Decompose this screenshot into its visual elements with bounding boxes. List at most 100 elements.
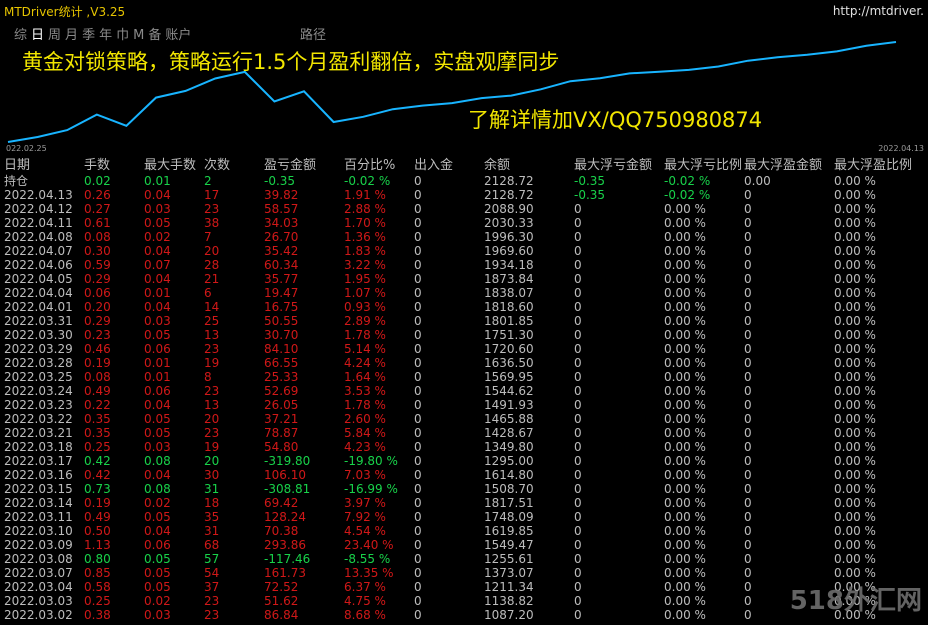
cell-count: 6	[204, 286, 212, 300]
table-row[interactable]: 2022.03.30 0.23 0.05 13 30.70 1.78 % 0 1751.30 0…	[0, 328, 928, 342]
cell-pl: 70.38	[264, 524, 299, 538]
column-header[interactable]: 次数	[204, 157, 230, 174]
table-row[interactable]: 2022.03.21 0.35 0.05 23 78.87 5.84 % 0 1428.67 0…	[0, 426, 928, 440]
table-row[interactable]: 2022.03.23 0.22 0.04 13 26.05 1.78 % 0 1491.93 0…	[0, 398, 928, 412]
table-row[interactable]: 2022.03.14 0.19 0.02 18 69.42 3.97 % 0 1817.51 0…	[0, 496, 928, 510]
table-row[interactable]: 2022.04.13 0.26 0.04 17 39.82 1.91 % 0 2128.72 -…	[0, 188, 928, 202]
cell-flow: 0	[414, 440, 422, 454]
table-row[interactable]: 2022.03.17 0.42 0.08 20 -319.80 -19.80 % 0 1295…	[0, 454, 928, 468]
cell-mfpp: 0.00 %	[834, 552, 876, 566]
column-header[interactable]: 最大手数	[144, 157, 196, 174]
cell-pl: 35.77	[264, 272, 299, 286]
cell-mflp: 0.00 %	[664, 230, 706, 244]
cell-lots: 0.23	[84, 328, 111, 342]
cell-maxlots: 0.06	[144, 384, 171, 398]
cell-mfpp: 0.00 %	[834, 230, 876, 244]
cell-count: 23	[204, 202, 220, 216]
cell-pct: 1.70 %	[344, 216, 386, 230]
cell-maxlots: 0.01	[144, 286, 171, 300]
table-row[interactable]: 2022.03.16 0.42 0.04 30 106.10 7.03 % 0 1614.80…	[0, 468, 928, 482]
cell-bal: 1751.30	[484, 328, 534, 342]
table-row[interactable]: 2022.03.29 0.46 0.06 23 84.10 5.14 % 0 1720.60 0…	[0, 342, 928, 356]
column-header[interactable]: 最大浮亏金额	[574, 157, 652, 174]
table-header: 日期 手数 最大手数 次数 盈亏金额 百分比% 出入金 余额 最大浮亏金额 最大浮亏比例 最大浮盈金…	[0, 157, 928, 174]
table-row[interactable]: 2022.04.08 0.08 0.02 7 26.70 1.36 % 0 1996.30 0 0…	[0, 230, 928, 244]
table-row[interactable]: 2022.04.12 0.27 0.03 23 58.57 2.88 % 0 2088.90 0…	[0, 202, 928, 216]
cell-maxlots: 0.04	[144, 468, 171, 482]
table-row[interactable]: 2022.04.04 0.06 0.01 6 19.47 1.07 % 0 1838.07 0 0…	[0, 286, 928, 300]
cell-lots: 0.58	[84, 580, 111, 594]
cell-mfp: 0	[744, 328, 752, 342]
website-link[interactable]: http://mtdriver.	[833, 4, 924, 18]
cell-pct: 1.78 %	[344, 328, 386, 342]
table-row[interactable]: 2022.03.31 0.29 0.03 25 50.55 2.89 % 0 1801.85 0…	[0, 314, 928, 328]
cell-mfl: 0	[574, 440, 582, 454]
table-row[interactable]: 2022.03.08 0.80 0.05 57 -117.46 -8.55 % 0 1255.…	[0, 552, 928, 566]
column-header[interactable]: 日期	[4, 157, 30, 174]
cell-mfp: 0	[744, 566, 752, 580]
column-header[interactable]: 最大浮亏比例	[664, 157, 742, 174]
table-row[interactable]: 2022.04.06 0.59 0.07 28 60.34 3.22 % 0 1934.18 0…	[0, 258, 928, 272]
table-row[interactable]: 2022.04.01 0.20 0.04 14 16.75 0.93 % 0 1818.60 0…	[0, 300, 928, 314]
table-row[interactable]: 2022.03.10 0.50 0.04 31 70.38 4.54 % 0 1619.85 0…	[0, 524, 928, 538]
cell-date: 2022.04.11	[4, 216, 73, 230]
cell-pl: 66.55	[264, 356, 299, 370]
cell-pl: 161.73	[264, 566, 306, 580]
table-row[interactable]: 2022.03.07 0.85 0.05 54 161.73 13.35 % 0 1373.0…	[0, 566, 928, 580]
cell-mfpp: 0.00 %	[834, 426, 876, 440]
cell-pct: 1.95 %	[344, 272, 386, 286]
cell-mfl: 0	[574, 412, 582, 426]
cell-count: 17	[204, 188, 220, 202]
table-row[interactable]: 2022.04.05 0.29 0.04 21 35.77 1.95 % 0 1873.84 0…	[0, 272, 928, 286]
table-row[interactable]: 持仓 0.02 0.01 2 -0.35 -0.02 % 0 2128.72 -0.35 -0.0…	[0, 174, 928, 188]
watermark-logo: 518外汇网	[789, 586, 922, 616]
cell-pl: 16.75	[264, 300, 299, 314]
column-header[interactable]: 盈亏金额	[264, 157, 316, 174]
cell-pl: 84.10	[264, 342, 299, 356]
cell-mfl: 0	[574, 286, 582, 300]
column-header[interactable]: 最大浮盈比例	[834, 157, 912, 174]
cell-bal: 1619.85	[484, 524, 534, 538]
cell-maxlots: 0.05	[144, 412, 171, 426]
cell-date: 2022.04.06	[4, 258, 73, 272]
table-row[interactable]: 2022.03.24 0.49 0.06 23 52.69 3.53 % 0 1544.62 0…	[0, 384, 928, 398]
cell-flow: 0	[414, 356, 422, 370]
cell-flow: 0	[414, 272, 422, 286]
table-row[interactable]: 2022.03.25 0.08 0.01 8 25.33 1.64 % 0 1569.95 0 0…	[0, 370, 928, 384]
cell-mflp: 0.00 %	[664, 300, 706, 314]
table-row[interactable]: 2022.03.09 1.13 0.06 68 293.86 23.40 % 0 1549.4…	[0, 538, 928, 552]
cell-lots: 0.06	[84, 286, 111, 300]
cell-pct: 3.22 %	[344, 258, 386, 272]
cell-flow: 0	[414, 384, 422, 398]
column-header[interactable]: 余额	[484, 157, 510, 174]
cell-pl: 35.42	[264, 244, 299, 258]
table-row[interactable]: 2022.03.28 0.19 0.01 19 66.55 4.24 % 0 1636.50 0…	[0, 356, 928, 370]
table-row[interactable]: 2022.04.11 0.61 0.05 38 34.03 1.70 % 0 2030.33 0…	[0, 216, 928, 230]
cell-mfp: 0	[744, 440, 752, 454]
cell-lots: 0.26	[84, 188, 111, 202]
cell-mfl: 0	[574, 384, 582, 398]
table-row[interactable]: 2022.03.18 0.25 0.03 19 54.80 4.23 % 0 1349.80 0…	[0, 440, 928, 454]
cell-mfl: 0	[574, 496, 582, 510]
cell-mfpp: 0.00 %	[834, 272, 876, 286]
table-row[interactable]: 2022.03.11 0.49 0.05 35 128.24 7.92 % 0 1748.09…	[0, 510, 928, 524]
cell-pct: 3.53 %	[344, 384, 386, 398]
cell-pct: 13.35 %	[344, 566, 394, 580]
cell-pct: -19.80 %	[344, 454, 398, 468]
cell-date: 2022.03.15	[4, 482, 73, 496]
cell-pct: 7.92 %	[344, 510, 386, 524]
table-row[interactable]: 2022.03.22 0.35 0.05 20 37.21 2.60 % 0 1465.88 0…	[0, 412, 928, 426]
column-header[interactable]: 百分比%	[344, 157, 395, 174]
table-row[interactable]: 2022.03.15 0.73 0.08 31 -308.81 -16.99 % 0 1508…	[0, 482, 928, 496]
column-header[interactable]: 最大浮盈金额	[744, 157, 822, 174]
table-row[interactable]: 2022.04.07 0.30 0.04 20 35.42 1.83 % 0 1969.60 0…	[0, 244, 928, 258]
column-header[interactable]: 出入金	[414, 157, 453, 174]
cell-flow: 0	[414, 230, 422, 244]
cell-maxlots: 0.02	[144, 594, 171, 608]
cell-count: 25	[204, 314, 220, 328]
cell-lots: 0.20	[84, 300, 111, 314]
column-header[interactable]: 手数	[84, 157, 110, 174]
cell-mfp: 0	[744, 384, 752, 398]
cell-bal: 1569.95	[484, 370, 534, 384]
cell-maxlots: 0.01	[144, 356, 171, 370]
